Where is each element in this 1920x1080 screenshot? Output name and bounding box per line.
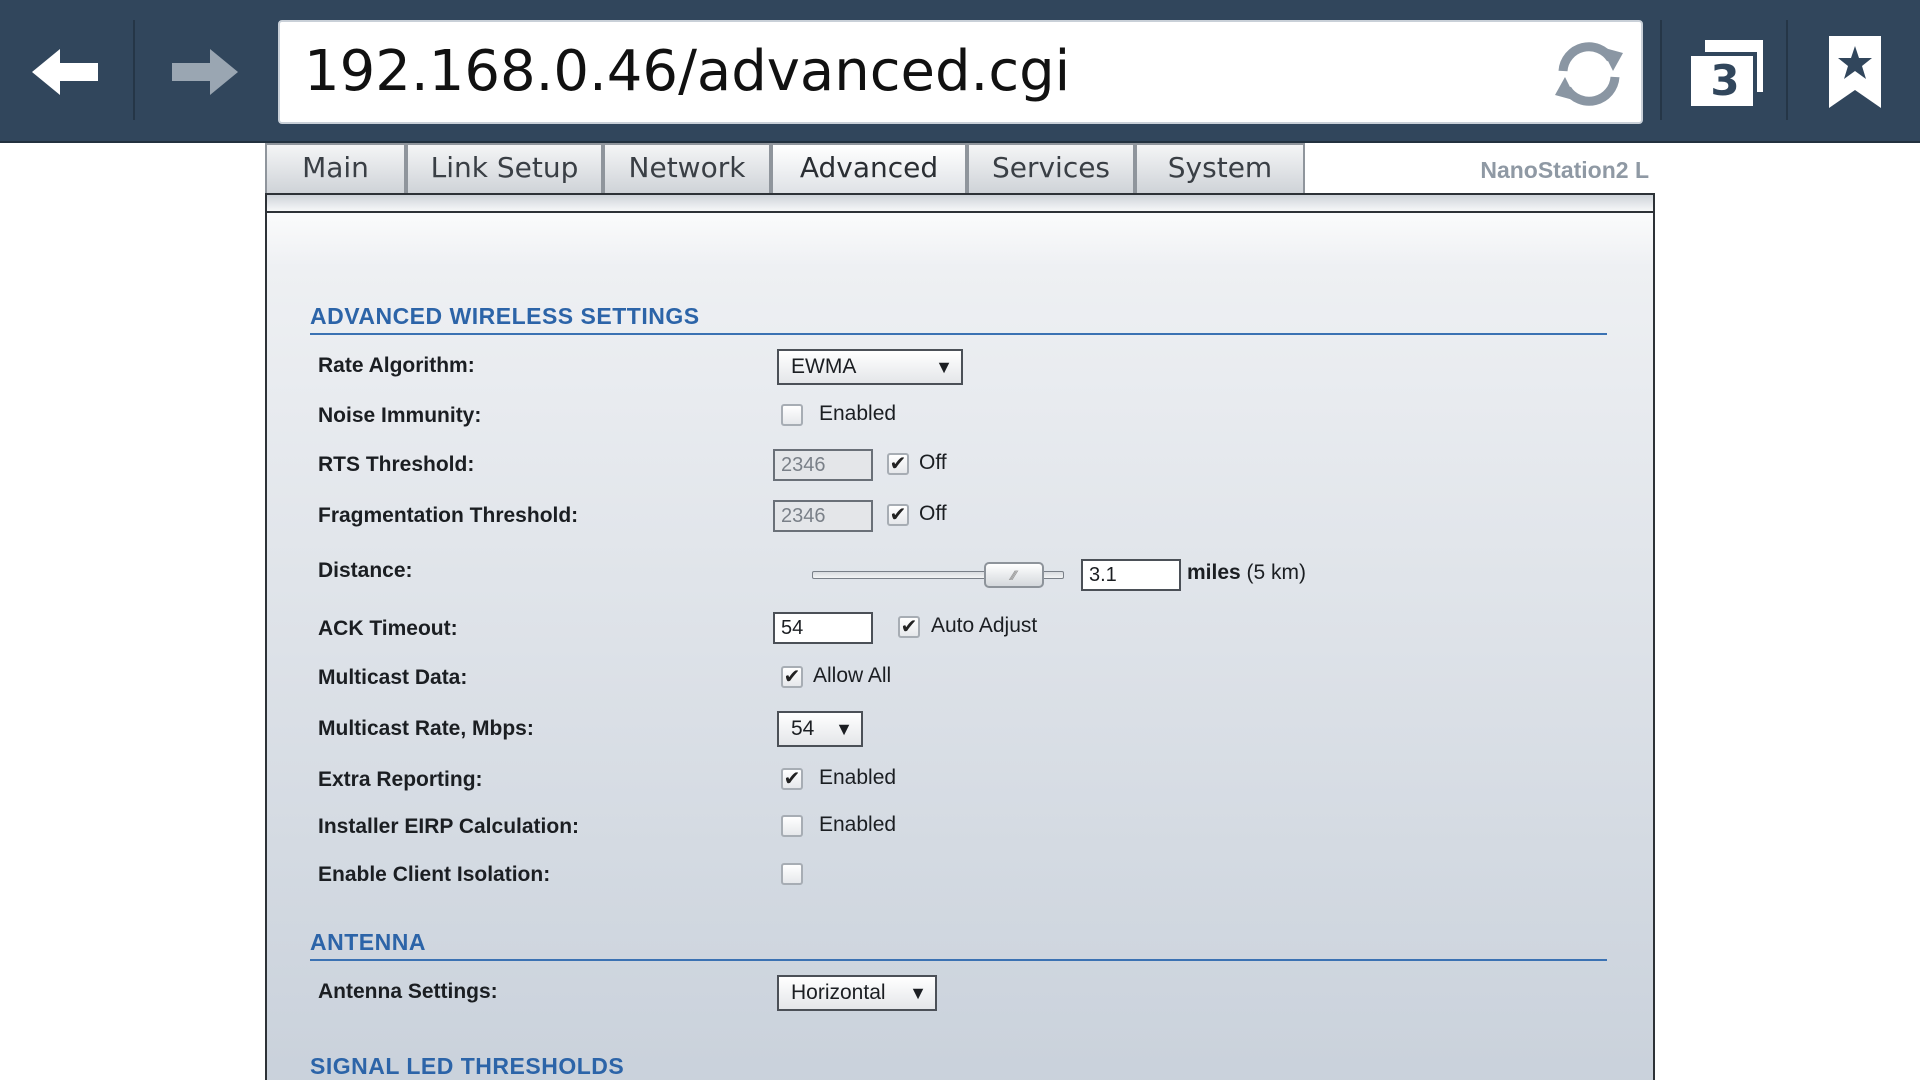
- multicast-allow-all-label: Allow All: [813, 664, 892, 687]
- tabs-button[interactable]: 3: [1675, 30, 1775, 114]
- ack-auto-adjust-checkbox[interactable]: ✔: [898, 616, 920, 638]
- toolbar-divider: [1660, 20, 1662, 120]
- tab-link-setup[interactable]: Link Setup: [406, 143, 603, 193]
- distance-input[interactable]: 3.1: [1081, 559, 1181, 591]
- extra-reporting-label: Extra Reporting:: [318, 768, 483, 791]
- extra-reporting-checkbox[interactable]: ✔: [781, 768, 803, 790]
- section-divider: [310, 959, 1607, 961]
- tab-main[interactable]: Main: [265, 143, 406, 193]
- device-name: NanoStation2 L: [1480, 157, 1649, 183]
- url-text[interactable]: 192.168.0.46/advanced.cgi: [304, 22, 1070, 122]
- rate-algorithm-select[interactable]: EWMA ▼: [777, 349, 963, 385]
- antenna-settings-label: Antenna Settings:: [318, 980, 498, 1003]
- reload-button[interactable]: [1547, 32, 1631, 116]
- fragmentation-threshold-input[interactable]: 2346: [773, 500, 873, 532]
- bookmark-star-icon: [1829, 36, 1881, 108]
- noise-immunity-option: Enabled: [819, 402, 897, 425]
- address-bar[interactable]: 192.168.0.46/advanced.cgi: [278, 20, 1643, 124]
- multicast-rate-select[interactable]: 54 ▼: [777, 711, 863, 747]
- toolbar-divider: [1786, 20, 1788, 120]
- installer-eirp-checkbox[interactable]: [781, 815, 803, 837]
- distance-unit-miles: miles: [1187, 561, 1241, 584]
- antenna-settings-select[interactable]: Horizontal ▼: [777, 975, 937, 1011]
- dropdown-arrow-icon: ▼: [909, 983, 927, 1003]
- section-title-wireless: ADVANCED WIRELESS SETTINGS: [310, 303, 700, 329]
- rts-threshold-input[interactable]: 2346: [773, 449, 873, 481]
- forward-arrow-icon: [171, 48, 238, 95]
- distance-slider-thumb[interactable]: ⁄⁄⁄: [983, 562, 1044, 588]
- rts-threshold-off-label: Off: [919, 451, 947, 474]
- fragmentation-threshold-label: Fragmentation Threshold:: [318, 504, 579, 527]
- ack-timeout-input[interactable]: 54: [773, 612, 873, 644]
- rts-threshold-label: RTS Threshold:: [318, 453, 475, 476]
- multicast-allow-all-checkbox[interactable]: ✔: [781, 666, 803, 688]
- distance-unit: miles (5 km): [1187, 561, 1306, 585]
- section-title-antenna: ANTENNA: [310, 929, 426, 955]
- bookmarks-button[interactable]: [1820, 30, 1890, 114]
- antenna-settings-value: Horizontal: [791, 981, 886, 1004]
- tab-system[interactable]: System: [1135, 143, 1305, 193]
- extra-reporting-option: Enabled: [819, 766, 897, 789]
- multicast-rate-value: 54: [791, 717, 815, 740]
- tab-bar: Main Link Setup Network Advanced Service…: [265, 143, 1655, 193]
- noise-immunity-label: Noise Immunity:: [318, 404, 482, 427]
- tab-advanced[interactable]: Advanced: [771, 143, 967, 193]
- reload-icon: [1555, 42, 1623, 106]
- section-divider: [310, 333, 1607, 335]
- dropdown-arrow-icon: ▼: [935, 357, 953, 377]
- settings-panel: ADVANCED WIRELESS SETTINGS Rate Algorith…: [265, 193, 1655, 1080]
- installer-eirp-label: Installer EIRP Calculation:: [318, 815, 580, 838]
- forward-button[interactable]: [136, 0, 269, 143]
- rate-algorithm-value: EWMA: [791, 355, 857, 378]
- section-title-signal-led: SIGNAL LED THRESHOLDS: [310, 1053, 625, 1079]
- back-button[interactable]: [0, 0, 133, 143]
- tabs-count: 3: [1710, 56, 1740, 105]
- multicast-data-label: Multicast Data:: [318, 666, 468, 689]
- noise-immunity-checkbox[interactable]: [781, 404, 803, 426]
- distance-unit-km: (5 km): [1246, 561, 1307, 584]
- client-isolation-checkbox[interactable]: [781, 863, 803, 885]
- rate-algorithm-label: Rate Algorithm:: [318, 354, 475, 377]
- ack-auto-adjust-label: Auto Adjust: [931, 614, 1038, 637]
- multicast-rate-label: Multicast Rate, Mbps:: [318, 717, 534, 740]
- panel-topbar: [267, 195, 1653, 213]
- installer-eirp-option: Enabled: [819, 813, 897, 836]
- toolbar-divider: [133, 20, 135, 120]
- tab-services[interactable]: Services: [967, 143, 1135, 193]
- rts-threshold-off-checkbox[interactable]: ✔: [887, 453, 909, 475]
- client-isolation-label: Enable Client Isolation:: [318, 863, 551, 886]
- distance-label: Distance:: [318, 559, 413, 582]
- browser-toolbar: 192.168.0.46/advanced.cgi 3: [0, 0, 1920, 143]
- ack-timeout-label: ACK Timeout:: [318, 617, 458, 640]
- back-arrow-icon: [31, 48, 98, 95]
- fragmentation-threshold-off-checkbox[interactable]: ✔: [887, 504, 909, 526]
- fragmentation-threshold-off-label: Off: [919, 502, 947, 525]
- dropdown-arrow-icon: ▼: [835, 719, 853, 739]
- tab-network[interactable]: Network: [603, 143, 771, 193]
